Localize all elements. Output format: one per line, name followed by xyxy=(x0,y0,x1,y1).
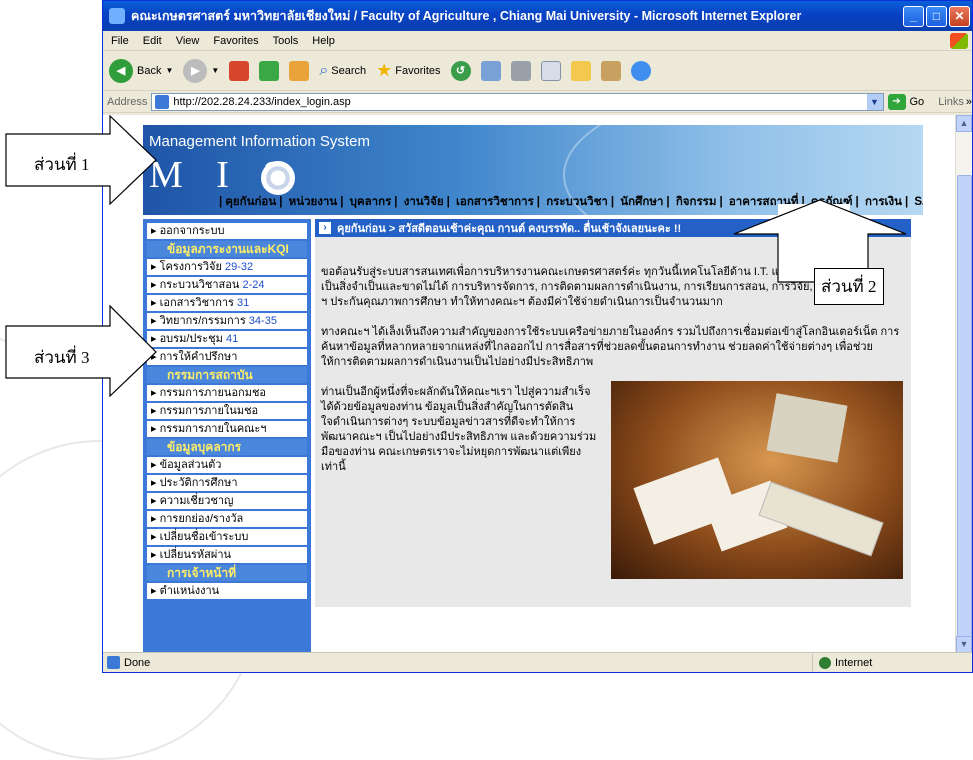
annotation-section-3: ส่วนที่ 3 xyxy=(34,348,90,367)
annotation-arrows xyxy=(5,114,907,398)
annotation-section-1: ส่วนที่ 1 xyxy=(34,155,90,174)
annotation-section-2: ส่วนที่ 2 xyxy=(814,268,884,305)
